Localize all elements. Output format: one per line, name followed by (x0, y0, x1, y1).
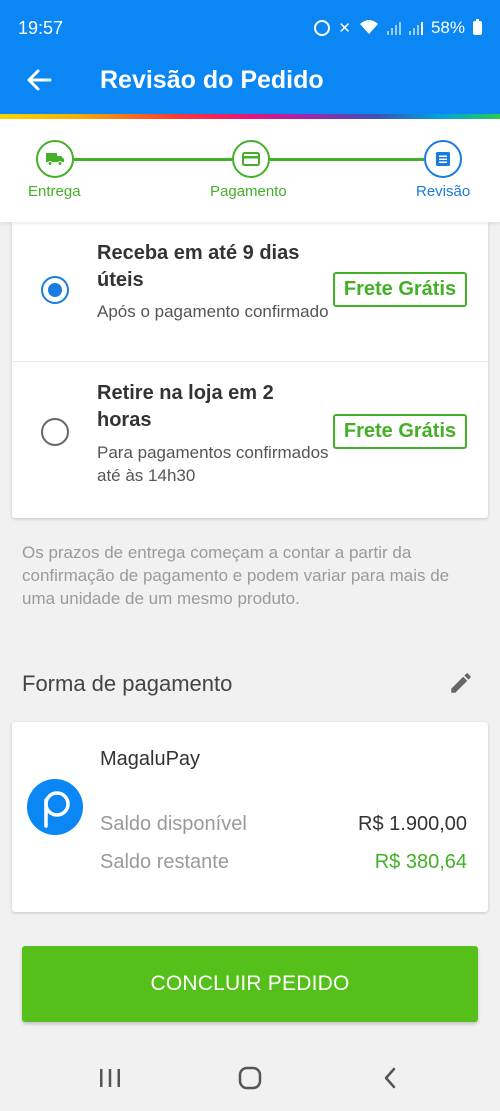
available-balance-label: Saldo disponível (100, 813, 247, 835)
system-nav-bar (0, 1040, 500, 1111)
remaining-balance-label: Saldo restante (100, 851, 229, 873)
status-icons: ✕ 58% (314, 18, 482, 38)
option-title: Retire na loja em 2 horas (97, 382, 274, 431)
magalupay-logo (27, 779, 83, 835)
available-balance-value: R$ 1.900,00 (358, 813, 467, 835)
signal-icon (386, 21, 401, 35)
status-bar: 19:57 ✕ 58% (0, 0, 500, 56)
recent-apps-icon (100, 1069, 120, 1087)
app-header: 19:57 ✕ 58% Revisão do Pedido (0, 0, 500, 114)
recent-apps-button[interactable] (90, 1058, 130, 1098)
delivery-options-card: Receba em até 9 dias úteis Após o pagame… (12, 222, 488, 518)
step-label-entrega: Entrega (28, 183, 81, 200)
available-balance-row: Saldo disponível R$ 1.900,00 (100, 813, 467, 836)
alarm-icon (314, 20, 331, 36)
back-button[interactable] (22, 63, 56, 97)
card-icon (242, 152, 260, 166)
home-button[interactable] (230, 1058, 270, 1098)
status-time: 19:57 (18, 18, 64, 38)
step-connector (74, 158, 232, 161)
wifi-icon (359, 19, 379, 38)
checkout-stepper: Entrega Pagamento Revisão (0, 119, 500, 222)
delivery-notice: Os prazos de entrega começam a contar a … (22, 543, 450, 608)
radio-selected[interactable] (41, 276, 69, 304)
payment-card: MagaluPay Saldo disponível R$ 1.900,00 S… (12, 722, 488, 912)
document-icon (436, 152, 450, 166)
signal-icon-2 (408, 21, 423, 35)
complete-order-button[interactable]: CONCLUIR PEDIDO (22, 946, 478, 1022)
remaining-balance-value: R$ 380,64 (374, 851, 467, 873)
option-subtitle: Para pagamentos confirmados até às 14h30 (97, 443, 329, 485)
option-title: Receba em até 9 dias úteis (97, 242, 300, 291)
mute-icon: ✕ (338, 20, 351, 37)
option-subtitle: Após o pagamento confirmado (97, 302, 329, 321)
delivery-option-store[interactable]: Retire na loja em 2 horas Para pagamento… (12, 362, 488, 502)
edit-payment-button[interactable] (444, 666, 478, 700)
step-label-pagamento: Pagamento (210, 183, 287, 200)
truck-icon (46, 153, 64, 166)
battery-percent: 58% (430, 18, 465, 37)
page-title: Revisão do Pedido (100, 66, 324, 94)
free-shipping-badge: Frete Grátis (333, 414, 467, 449)
radio-unselected[interactable] (41, 418, 69, 446)
step-label-revisao: Revisão (416, 183, 471, 200)
payment-method-name: MagaluPay (100, 748, 201, 770)
payment-section-title: Forma de pagamento (22, 671, 233, 696)
remaining-balance-row: Saldo restante R$ 380,64 (100, 851, 467, 874)
step-connector (270, 158, 424, 161)
step-entrega[interactable] (36, 140, 74, 178)
arrow-left-icon (27, 69, 52, 91)
free-shipping-badge: Frete Grátis (333, 272, 467, 307)
pencil-icon (451, 673, 471, 693)
step-pagamento[interactable] (232, 140, 270, 178)
system-back-button[interactable] (370, 1058, 410, 1098)
battery-icon (473, 19, 482, 35)
home-icon (238, 1066, 262, 1090)
step-revisao[interactable] (424, 140, 462, 178)
delivery-option-home[interactable]: Receba em até 9 dias úteis Após o pagame… (12, 222, 488, 362)
chevron-left-icon (384, 1067, 396, 1089)
